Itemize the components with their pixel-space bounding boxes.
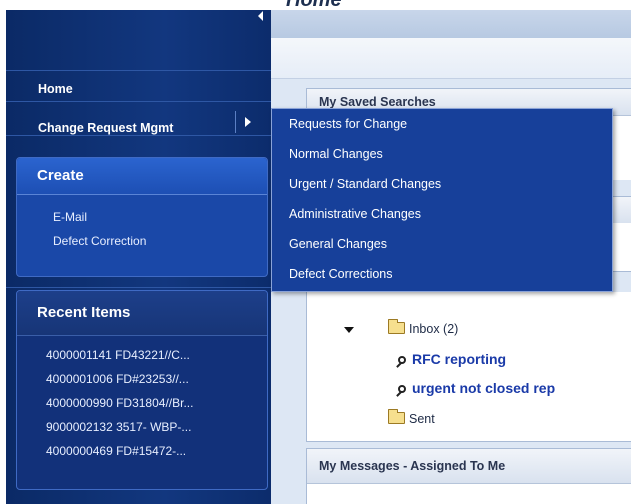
saved-searches-tree — [306, 292, 631, 442]
sent-label: Sent — [409, 412, 435, 426]
inbox-folder[interactable]: Inbox (2) — [388, 319, 459, 336]
recent-item[interactable]: 4000000990 FD31804//Br... — [17, 391, 267, 415]
divider — [6, 70, 271, 71]
submenu-arrow-icon[interactable] — [235, 111, 258, 133]
folder-icon — [388, 319, 405, 334]
page-title-bar — [271, 10, 631, 39]
menu-item-administrative-changes[interactable]: Administrative Changes — [289, 207, 421, 221]
inbox-label: Inbox (2) — [409, 322, 459, 336]
menu-item-requests-for-change[interactable]: Requests for Change — [289, 117, 407, 131]
sidebar: Home Change Request Mgmt Create E-Mail D… — [6, 10, 271, 504]
toolbar-area — [271, 38, 631, 79]
recent-item[interactable]: 4000001141 FD43221//C... — [17, 343, 267, 367]
change-request-submenu: Requests for Change Normal Changes Urgen… — [271, 108, 613, 292]
nav-item-home[interactable]: Home — [38, 82, 73, 96]
search-icon — [398, 385, 406, 393]
recent-items-title: Recent Items — [17, 291, 267, 336]
messages-title: My Messages - Assigned To Me — [307, 449, 631, 484]
messages-panel: My Messages - Assigned To Me — [306, 448, 631, 504]
create-email-link[interactable]: E-Mail — [17, 205, 267, 229]
create-defect-correction-link[interactable]: Defect Correction — [17, 229, 267, 253]
divider — [6, 101, 271, 102]
recent-item[interactable]: 4000000469 FD#15472-... — [17, 439, 267, 463]
expand-caret-icon[interactable] — [344, 327, 354, 333]
nav-item-change-request-mgmt[interactable]: Change Request Mgmt — [38, 121, 173, 135]
search-icon — [398, 356, 406, 364]
collapse-sidebar-icon[interactable] — [258, 11, 263, 21]
recent-items-panel: Recent Items 4000001141 FD43221//C... 40… — [16, 290, 268, 490]
menu-item-urgent-standard-changes[interactable]: Urgent / Standard Changes — [289, 177, 441, 191]
folder-icon — [388, 409, 405, 424]
divider — [6, 135, 271, 136]
page-title: Home — [286, 0, 342, 10]
menu-item-defect-corrections[interactable]: Defect Corrections — [289, 267, 393, 281]
sent-folder[interactable]: Sent — [388, 409, 435, 426]
recent-item[interactable]: 9000002132 3517- WBP-... — [17, 415, 267, 439]
divider — [6, 287, 271, 288]
menu-item-normal-changes[interactable]: Normal Changes — [289, 147, 383, 161]
menu-item-general-changes[interactable]: General Changes — [289, 237, 387, 251]
saved-search-link[interactable]: RFC reporting — [398, 351, 506, 367]
saved-search-label: urgent not closed rep — [412, 380, 556, 396]
create-title: Create — [17, 158, 267, 195]
saved-search-link[interactable]: urgent not closed rep — [398, 380, 555, 396]
recent-item[interactable]: 4000001006 FD#23253//... — [17, 367, 267, 391]
create-panel: Create E-Mail Defect Correction — [16, 157, 268, 277]
saved-search-label: RFC reporting — [412, 351, 507, 367]
